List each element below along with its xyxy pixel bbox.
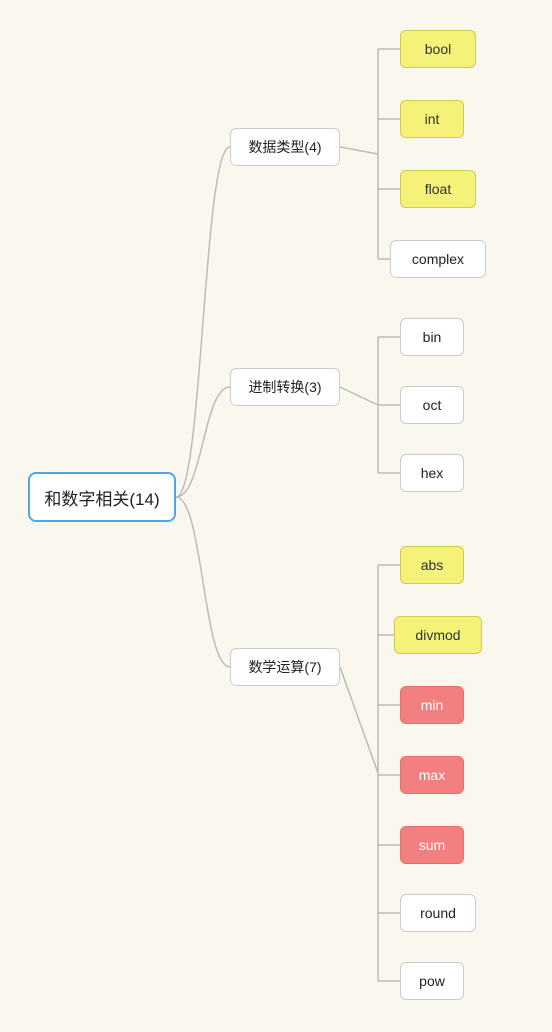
- leaf-node: pow: [400, 962, 464, 1000]
- leaf-node: int: [400, 100, 464, 138]
- leaf-node: oct: [400, 386, 464, 424]
- leaf-node: min: [400, 686, 464, 724]
- leaf-node: max: [400, 756, 464, 794]
- leaf-node: float: [400, 170, 476, 208]
- leaf-node: 数学运算(7): [230, 648, 340, 686]
- leaf-node: sum: [400, 826, 464, 864]
- leaf-node: 数据类型(4): [230, 128, 340, 166]
- leaf-node: abs: [400, 546, 464, 584]
- mindmap-container: 和数字相关(14) 数据类型(4) bool int float complex 进制转换…: [0, 0, 552, 1032]
- root-label: 和数字相关(14): [44, 485, 159, 510]
- leaf-node: 进制转换(3): [230, 368, 340, 406]
- leaf-node: complex: [390, 240, 486, 278]
- root-node: 和数字相关(14): [28, 472, 176, 522]
- leaf-node: hex: [400, 454, 464, 492]
- leaf-node: divmod: [394, 616, 482, 654]
- leaf-node: round: [400, 894, 476, 932]
- leaf-node: bool: [400, 30, 476, 68]
- leaf-node: bin: [400, 318, 464, 356]
